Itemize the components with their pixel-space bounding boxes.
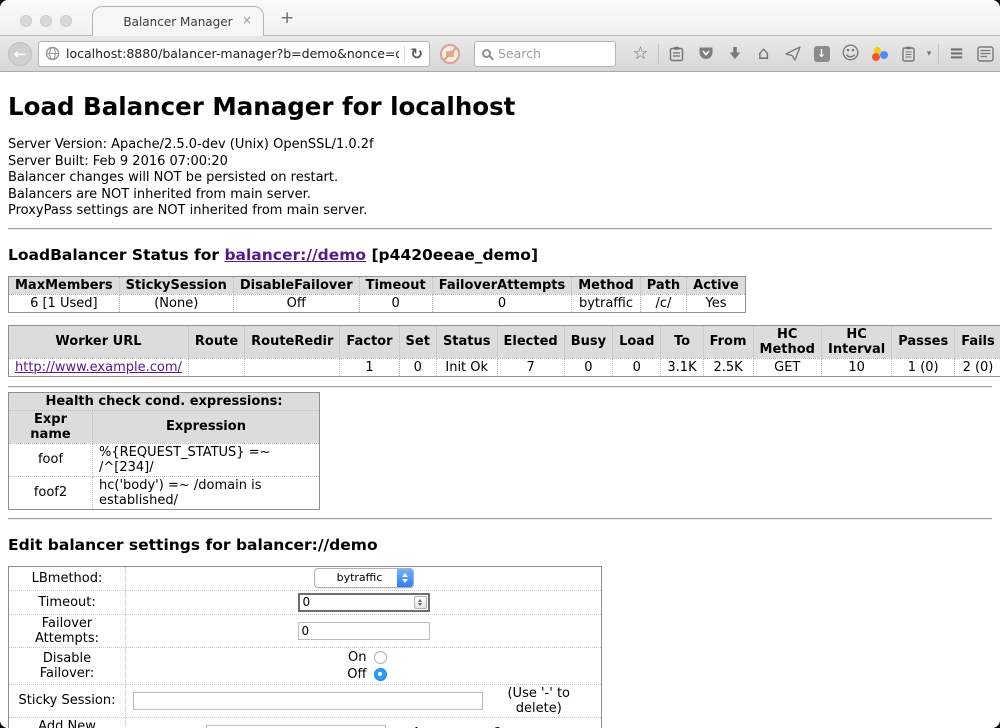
- timeout-input[interactable]: 0: [298, 593, 430, 612]
- grid-extension-icon[interactable]: [971, 46, 1000, 62]
- home-icon[interactable]: ⌂: [749, 43, 778, 64]
- radio-off-label: Off: [341, 666, 367, 683]
- send-plane-icon[interactable]: [778, 46, 807, 61]
- server-built: Server Built: Feb 9 2016 07:00:20: [8, 154, 992, 171]
- sticky-session-label: Sticky Session:: [9, 684, 126, 717]
- blocked-content-icon[interactable]: [440, 44, 460, 64]
- table-title-row: Health check cond. expressions:: [9, 392, 320, 410]
- page-title: Load Balancer Manager for localhost: [8, 92, 992, 121]
- url-bar[interactable]: localhost:8880/balancer-manager?b=demo&n…: [38, 41, 430, 67]
- bookmark-star-icon[interactable]: ☆: [626, 43, 655, 64]
- window-controls: [20, 15, 72, 27]
- navigation-toolbar: ← localhost:8880/balancer-manager?b=demo…: [0, 36, 1000, 72]
- form-row-failover-attempts: Failover Attempts: 0: [9, 614, 602, 647]
- number-spinner-icon[interactable]: [414, 596, 427, 609]
- clipboard-extension-icon[interactable]: [894, 46, 923, 62]
- zoom-window-button[interactable]: [60, 15, 72, 27]
- worker-url-link[interactable]: http://www.example.com/: [15, 360, 182, 375]
- search-input[interactable]: Search: [498, 46, 541, 61]
- radio-on-label: On: [341, 649, 367, 666]
- smiley-icon[interactable]: ☺: [836, 43, 865, 64]
- form-row-sticky-session: Sticky Session: (Use '-' to delete): [9, 684, 602, 717]
- globe-icon: [45, 46, 60, 61]
- tab-bar: Balancer Manager × +: [0, 0, 1000, 36]
- server-info: Server Version: Apache/2.5.0-dev (Unix) …: [8, 137, 992, 220]
- minimize-window-button[interactable]: [40, 15, 52, 27]
- form-row-lbmethod: LBmethod: bytraffic: [9, 566, 602, 590]
- back-button[interactable]: ←: [8, 42, 32, 66]
- form-row-timeout: Timeout: 0: [9, 590, 602, 614]
- balancer-settings-form: LBmethod: bytraffic Timeout: 0: [8, 566, 602, 728]
- page-content: Load Balancer Manager for localhost Serv…: [0, 72, 1000, 728]
- new-tab-button[interactable]: +: [280, 8, 294, 28]
- bookmarks-menu-icon[interactable]: [662, 46, 691, 62]
- tab-title: Balancer Manager: [123, 15, 232, 29]
- timeout-label: Timeout:: [9, 590, 126, 614]
- table-row: foof2 hc('body') =~ /domain is establish…: [9, 476, 320, 509]
- server-version: Server Version: Apache/2.5.0-dev (Unix) …: [8, 137, 992, 154]
- toolbar-divider: [658, 44, 659, 64]
- form-row-disable-failover: Disable Failover: On Off: [9, 647, 602, 684]
- divider: [8, 228, 992, 230]
- close-window-button[interactable]: [20, 15, 32, 27]
- toolbar-divider: [938, 44, 939, 64]
- table-header-row: Expr name Expression: [9, 410, 320, 443]
- chevron-down-icon[interactable]: ▾: [923, 49, 935, 59]
- disable-failover-off-radio[interactable]: [374, 668, 387, 681]
- reload-icon[interactable]: ↻: [410, 45, 423, 63]
- notice-persist: Balancer changes will NOT be persisted o…: [8, 170, 992, 187]
- edit-settings-heading: Edit balancer settings for balancer://de…: [8, 536, 992, 554]
- sticky-session-hint: (Use '-' to delete): [483, 686, 596, 716]
- table-header-row: MaxMembers StickySession DisableFailover…: [9, 276, 746, 294]
- table-row: http://www.example.com/ 1 0 Init Ok 7 0 …: [9, 358, 1000, 376]
- url-input[interactable]: localhost:8880/balancer-manager?b=demo&n…: [66, 46, 399, 61]
- divider: [8, 518, 992, 520]
- pocket-icon[interactable]: [691, 46, 720, 61]
- worker-table: Worker URL Route RouteRedir Factor Set S…: [8, 325, 1000, 377]
- divider: [8, 386, 992, 388]
- failover-attempts-label: Failover Attempts:: [9, 614, 126, 647]
- tab-balancer-manager[interactable]: Balancer Manager ×: [92, 6, 264, 36]
- health-check-table: Health check cond. expressions: Expr nam…: [8, 392, 320, 510]
- hamburger-menu-icon[interactable]: ≡: [942, 43, 971, 64]
- search-icon: [482, 49, 491, 58]
- sticky-session-input[interactable]: [133, 692, 483, 710]
- downloads-icon[interactable]: [720, 46, 749, 61]
- balancer-demo-link[interactable]: balancer://demo: [224, 246, 366, 264]
- search-bar[interactable]: Search: [474, 41, 616, 67]
- disable-failover-label: Disable Failover:: [9, 647, 126, 684]
- add-worker-label: Add New Worker:: [9, 717, 126, 728]
- notice-inherit-proxypass: ProxyPass settings are NOT inherited fro…: [8, 203, 992, 220]
- select-stepper-icon: [397, 569, 413, 587]
- balancer-status-table: MaxMembers StickySession DisableFailover…: [8, 276, 746, 313]
- download-box-icon[interactable]: ↓: [807, 46, 836, 62]
- table-row: foof %{REQUEST_STATUS} =~ /^[234]/: [9, 443, 320, 476]
- browser-window: Balancer Manager × + ← localhost:8880/ba…: [0, 0, 1000, 728]
- form-row-add-worker: Add New Worker: Are you sure?: [9, 717, 602, 728]
- urlbar-divider: [404, 46, 405, 62]
- lbmethod-select[interactable]: bytraffic: [314, 568, 414, 588]
- notice-inherit-balancers: Balancers are NOT inherited from main se…: [8, 187, 992, 204]
- colored-dots-extension-icon[interactable]: [865, 46, 894, 62]
- failover-attempts-input[interactable]: 0: [298, 622, 430, 640]
- disable-failover-on-radio[interactable]: [374, 651, 387, 664]
- table-row: 6 [1 Used] (None) Off 0 0 bytraffic /c/ …: [9, 294, 746, 312]
- loadbalancer-status-heading: LoadBalancer Status for balancer://demo …: [8, 246, 992, 264]
- lbmethod-label: LBmethod:: [9, 566, 126, 590]
- tab-close-icon[interactable]: ×: [242, 14, 252, 26]
- table-header-row: Worker URL Route RouteRedir Factor Set S…: [9, 325, 1000, 358]
